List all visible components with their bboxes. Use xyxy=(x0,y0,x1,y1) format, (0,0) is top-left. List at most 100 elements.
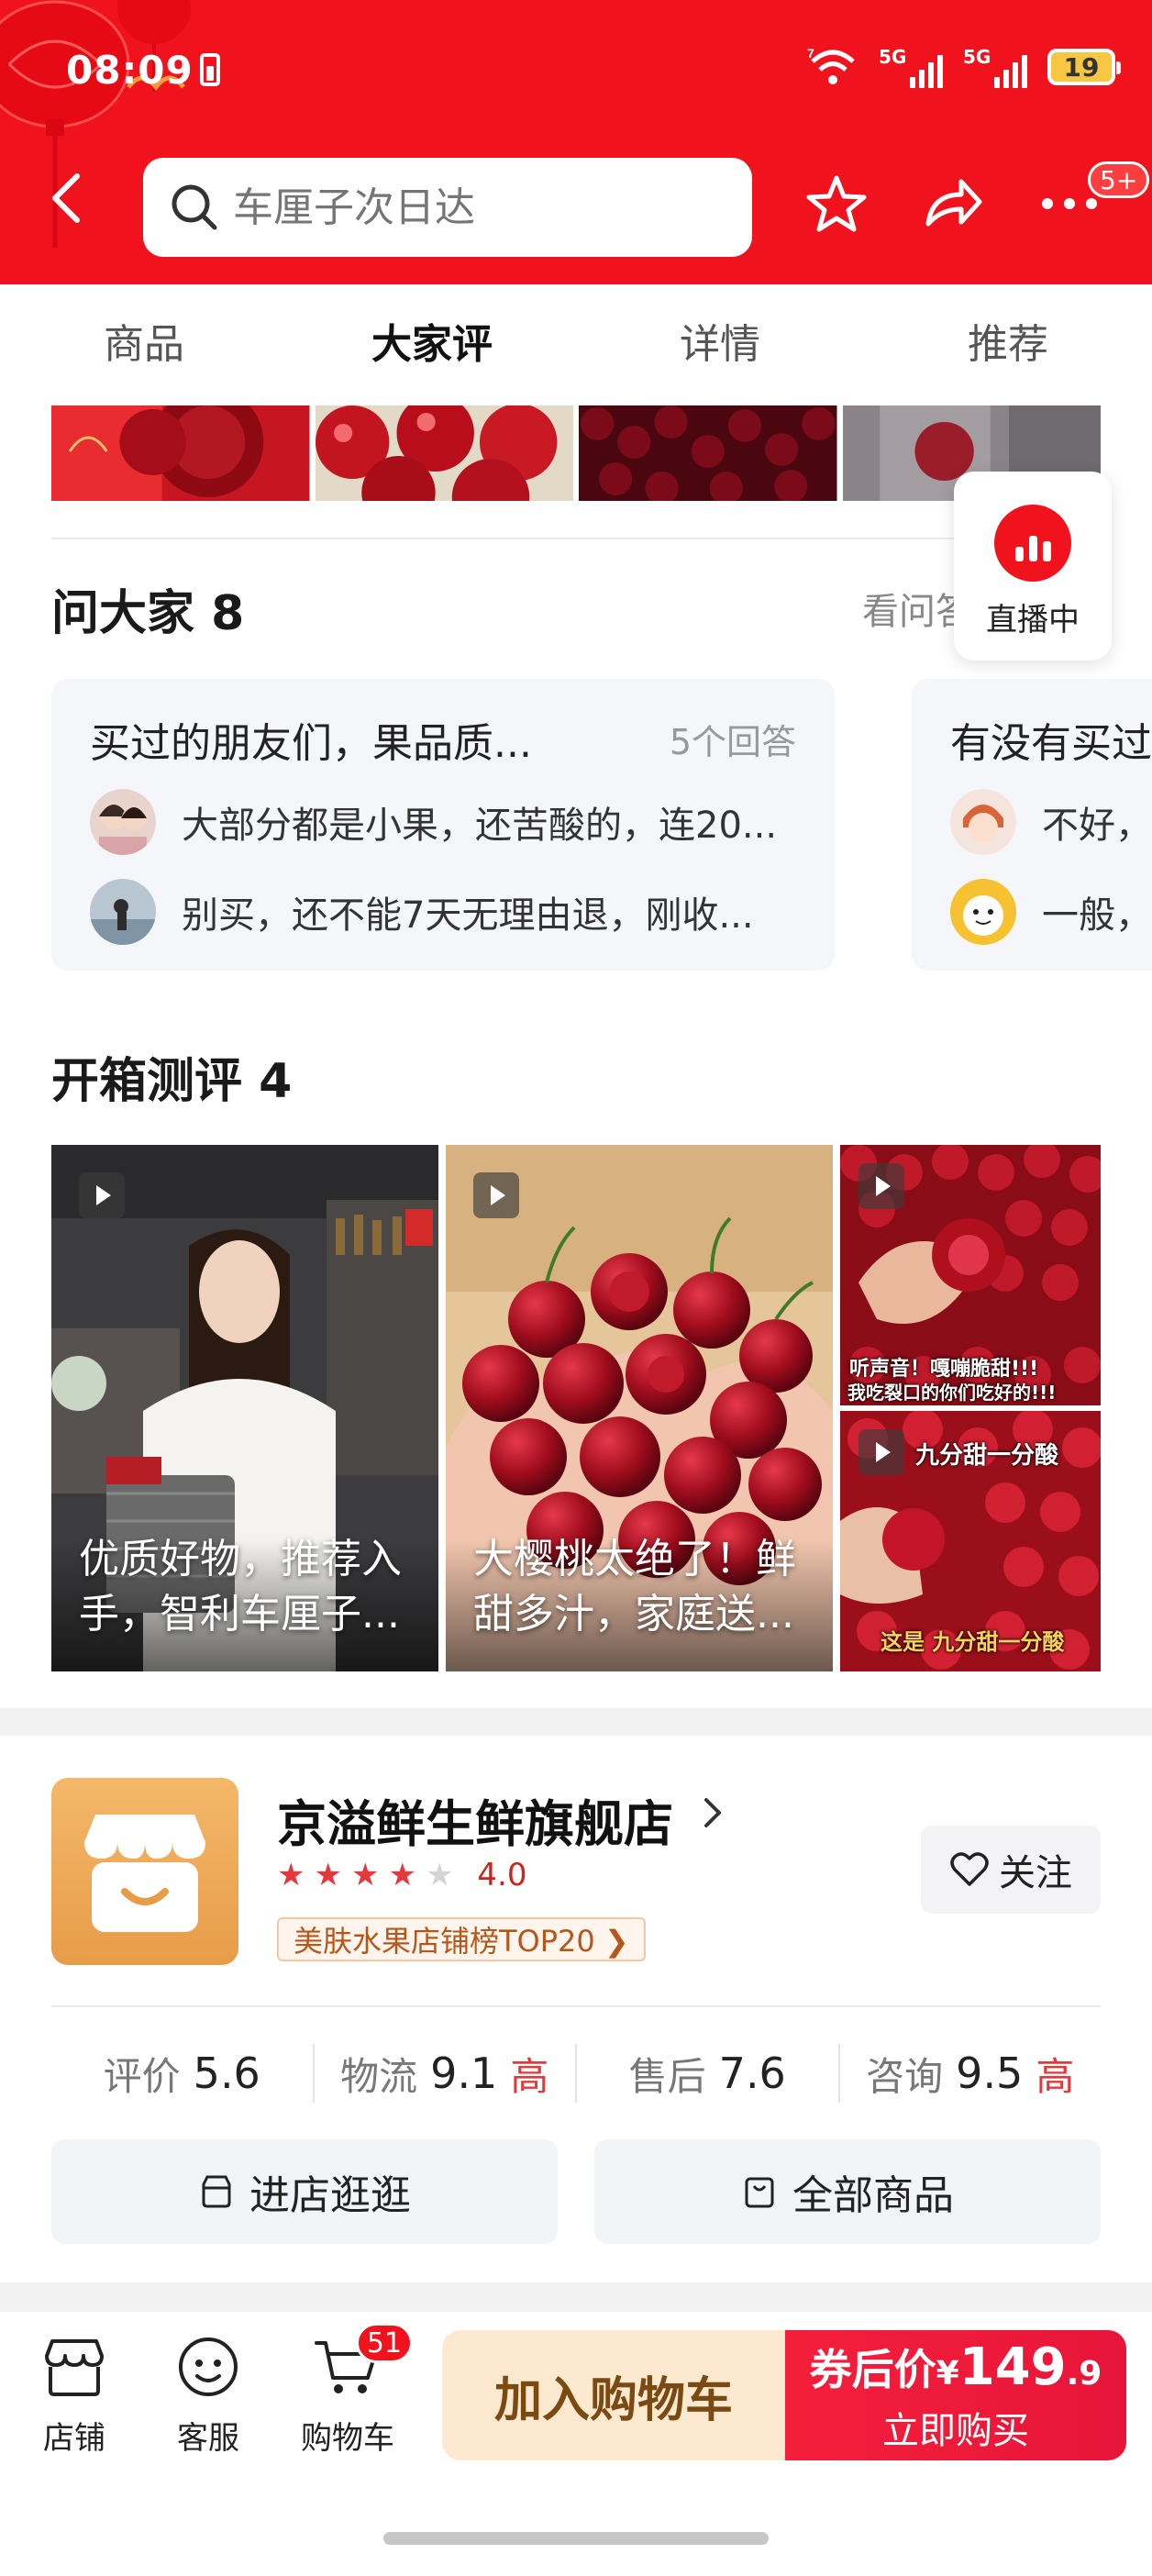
store-rating-stars: ★ ★ ★ ★ ★ 4.0 xyxy=(277,1857,527,1893)
battery-icon: 19 xyxy=(1047,49,1121,85)
qa-question: 有没有买过 xyxy=(950,720,1152,767)
play-icon xyxy=(79,1172,125,1218)
star-empty-icon: ★ xyxy=(425,1857,454,1893)
qa-answer-row: 别买，还不能7天无理由退，刚收... xyxy=(90,879,754,945)
shop-tab-button[interactable]: 店铺 xyxy=(6,2330,143,2458)
status-time: 08:09 xyxy=(66,48,194,93)
divider xyxy=(51,2005,1101,2007)
video-overlay-text: 九分甜一分酸 xyxy=(915,1442,1059,1470)
avatar xyxy=(90,879,156,945)
score-review: 评价 5.6 xyxy=(51,2044,315,2103)
customer-service-button[interactable]: 客服 xyxy=(139,2330,277,2458)
customer-service-icon xyxy=(179,2337,238,2396)
score-consult: 咨询 9.5 高 xyxy=(866,2049,1075,2099)
signal-5g-icon: 5G xyxy=(879,46,943,88)
tab-products[interactable]: 商品 xyxy=(0,284,288,405)
product-page: 08:09 7 5G 5G 19 车厘子次日达 5+ 商品 大家评 详情 推荐 … xyxy=(0,0,1152,2576)
unboxing-video[interactable]: 九分甜一分酸 这是 九分甜一分酸 xyxy=(840,1411,1101,1671)
follow-label: 关注 xyxy=(999,1852,1072,1894)
lock-icon xyxy=(200,53,220,86)
section-tabs: 商品 大家评 详情 推荐 xyxy=(0,284,1152,405)
cart-count-badge: 51 xyxy=(356,2323,413,2363)
avatar xyxy=(90,789,156,855)
qa-answer-text: 别买，还不能7天无理由退，刚收... xyxy=(182,894,754,937)
heart-icon xyxy=(950,1852,989,1886)
store-scores: 评价 5.6 物流 9.1 高 售后 7.6 咨询 9.5 高 xyxy=(51,2044,1101,2103)
unboxing-section-title: 开箱测评 4 xyxy=(51,1054,293,1109)
star-filled-icon: ★ xyxy=(388,1857,416,1893)
price-after-coupon: 券后价¥149.9 xyxy=(809,2337,1102,2397)
follow-button[interactable]: 关注 xyxy=(921,1826,1101,1914)
qa-card[interactable]: 有没有买过 不好， 一般， xyxy=(912,679,1152,971)
qa-answer-text: 一般， xyxy=(1042,894,1152,937)
add-to-cart-button[interactable]: 加入购物车 xyxy=(442,2330,785,2460)
shop-icon xyxy=(45,2339,104,2396)
chevron-right-icon[interactable] xyxy=(699,1791,726,1835)
qa-answer-text: 大部分都是小果，还苦酸的，连20... xyxy=(182,805,778,847)
customer-service-label: 客服 xyxy=(177,2420,239,2457)
unboxing-video[interactable]: 听声音！嘎嘣脆甜!!! 我吃裂口的你们吃好的!!! xyxy=(840,1145,1101,1405)
status-icons: 7 5G 5G 19 xyxy=(807,46,1121,88)
signal-5g-icon-2: 5G xyxy=(963,46,1027,88)
video-overlay-text: 我吃裂口的你们吃好的!!! xyxy=(847,1382,1057,1404)
play-icon xyxy=(858,1163,904,1209)
qa-answer-row: 大部分都是小果，还苦酸的，连20... xyxy=(90,789,777,855)
wifi-icon: 7 xyxy=(807,47,855,84)
qa-question: 买过的朋友们，果品质... xyxy=(90,720,532,767)
tab-recommend[interactable]: 推荐 xyxy=(864,284,1152,405)
live-label: 直播中 xyxy=(986,602,1080,638)
live-stream-button[interactable]: 直播中 xyxy=(954,472,1112,661)
review-image[interactable] xyxy=(51,405,310,501)
store-name[interactable]: 京溢鲜生鲜旗舰店 xyxy=(277,1783,673,1856)
shopping-bag-icon xyxy=(745,2177,774,2208)
store-rating-value: 4.0 xyxy=(477,1857,527,1893)
search-bar[interactable] xyxy=(143,158,752,257)
play-icon xyxy=(858,1429,904,1475)
back-arrow-icon[interactable] xyxy=(48,171,84,226)
avatar xyxy=(950,879,1016,945)
star-filled-icon: ★ xyxy=(314,1857,342,1893)
unboxing-video[interactable]: 优质好物，推荐入手，智利车厘子... xyxy=(51,1145,438,1671)
play-icon xyxy=(473,1172,519,1218)
top-header: 08:09 7 5G 5G 19 车厘子次日达 5+ xyxy=(0,0,1152,284)
review-image-strip xyxy=(51,405,1101,501)
tab-details[interactable]: 详情 xyxy=(576,284,864,405)
search-icon xyxy=(172,184,217,230)
qa-answer-row: 不好， xyxy=(950,789,1152,855)
svg-text:7: 7 xyxy=(807,47,814,61)
qa-answer-text: 不好， xyxy=(1042,805,1152,847)
more-badge: 5+ xyxy=(1088,161,1150,198)
tab-reviews[interactable]: 大家评 xyxy=(288,284,576,405)
all-products-button[interactable]: 全部商品 xyxy=(594,2139,1101,2244)
live-icon xyxy=(994,505,1071,582)
shop-icon xyxy=(84,1815,205,1932)
video-overlay-text: 这是 九分甜一分酸 xyxy=(881,1629,1065,1655)
shop-tab-label: 店铺 xyxy=(43,2420,105,2457)
share-icon[interactable] xyxy=(919,171,985,237)
video-caption: 大樱桃太绝了！鲜甜多汁，家庭送... xyxy=(473,1536,796,1638)
qa-card[interactable]: 买过的朋友们，果品质... 5个回答 大部分都是小果，还苦酸的，连20... 别… xyxy=(51,679,835,971)
video-caption: 优质好物，推荐入手，智利车厘子... xyxy=(79,1536,402,1638)
qa-answer-row: 一般， xyxy=(950,879,1152,945)
visit-store-button[interactable]: 进店逛逛 xyxy=(51,2139,558,2244)
buy-now-label: 立即购买 xyxy=(882,2410,1029,2452)
score-logistics: 物流 9.1 高 xyxy=(315,2044,577,2103)
store-icon xyxy=(202,2175,231,2208)
cart-button[interactable]: 购物车 51 xyxy=(279,2323,416,2458)
home-indicator[interactable] xyxy=(383,2532,769,2545)
score-aftersales: 售后 7.6 xyxy=(577,2044,840,2103)
unboxing-video[interactable]: 大樱桃太绝了！鲜甜多汁，家庭送... xyxy=(446,1145,833,1671)
avatar xyxy=(950,789,1016,855)
star-favorite-icon[interactable] xyxy=(803,171,870,237)
qa-answer-count: 5个回答 xyxy=(669,722,796,762)
cart-label: 购物车 xyxy=(301,2420,394,2457)
star-filled-icon: ★ xyxy=(350,1857,380,1893)
qa-section-title: 问大家 8 xyxy=(51,586,245,641)
review-image[interactable] xyxy=(579,405,837,501)
search-input[interactable] xyxy=(233,183,710,231)
review-image[interactable] xyxy=(315,405,573,501)
store-logo[interactable] xyxy=(51,1778,238,1965)
store-rank-badge[interactable]: 美肤水果店铺榜TOP20 ❯ xyxy=(277,1917,646,1961)
star-filled-icon: ★ xyxy=(277,1857,305,1893)
buy-now-button[interactable]: 券后价¥149.9 立即购买 xyxy=(785,2330,1126,2460)
